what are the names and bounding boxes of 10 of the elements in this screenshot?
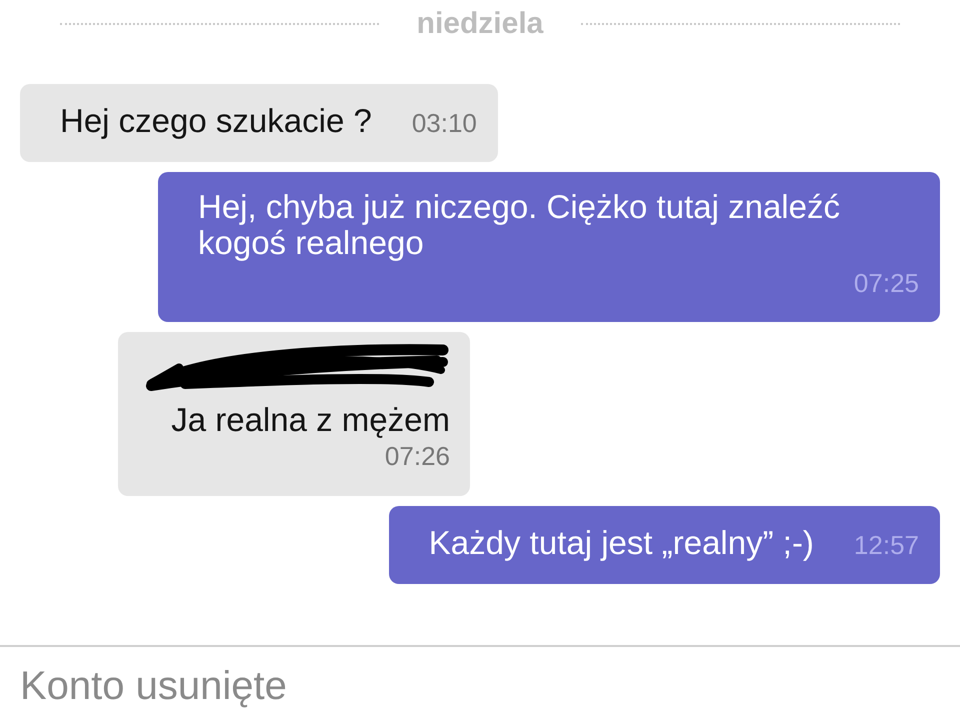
message-time: 07:25 <box>854 267 919 300</box>
account-deleted-label: Konto usunięte <box>20 664 287 709</box>
message-text: Hej czego szukacie ? <box>60 103 372 139</box>
message-time: 07:26 <box>384 440 450 473</box>
date-label: niedziela <box>416 6 544 42</box>
message-text: Hej, chyba już niczego. Ciężko tutaj znaleźć kogoś realnego <box>198 189 841 261</box>
message-time: 03:10 <box>412 107 477 140</box>
message-text: Każdy tutaj jest „realny” ;-) <box>428 525 814 561</box>
message-text: Ja realna z mężem <box>171 402 450 438</box>
message-time: 12:57 <box>854 529 919 562</box>
